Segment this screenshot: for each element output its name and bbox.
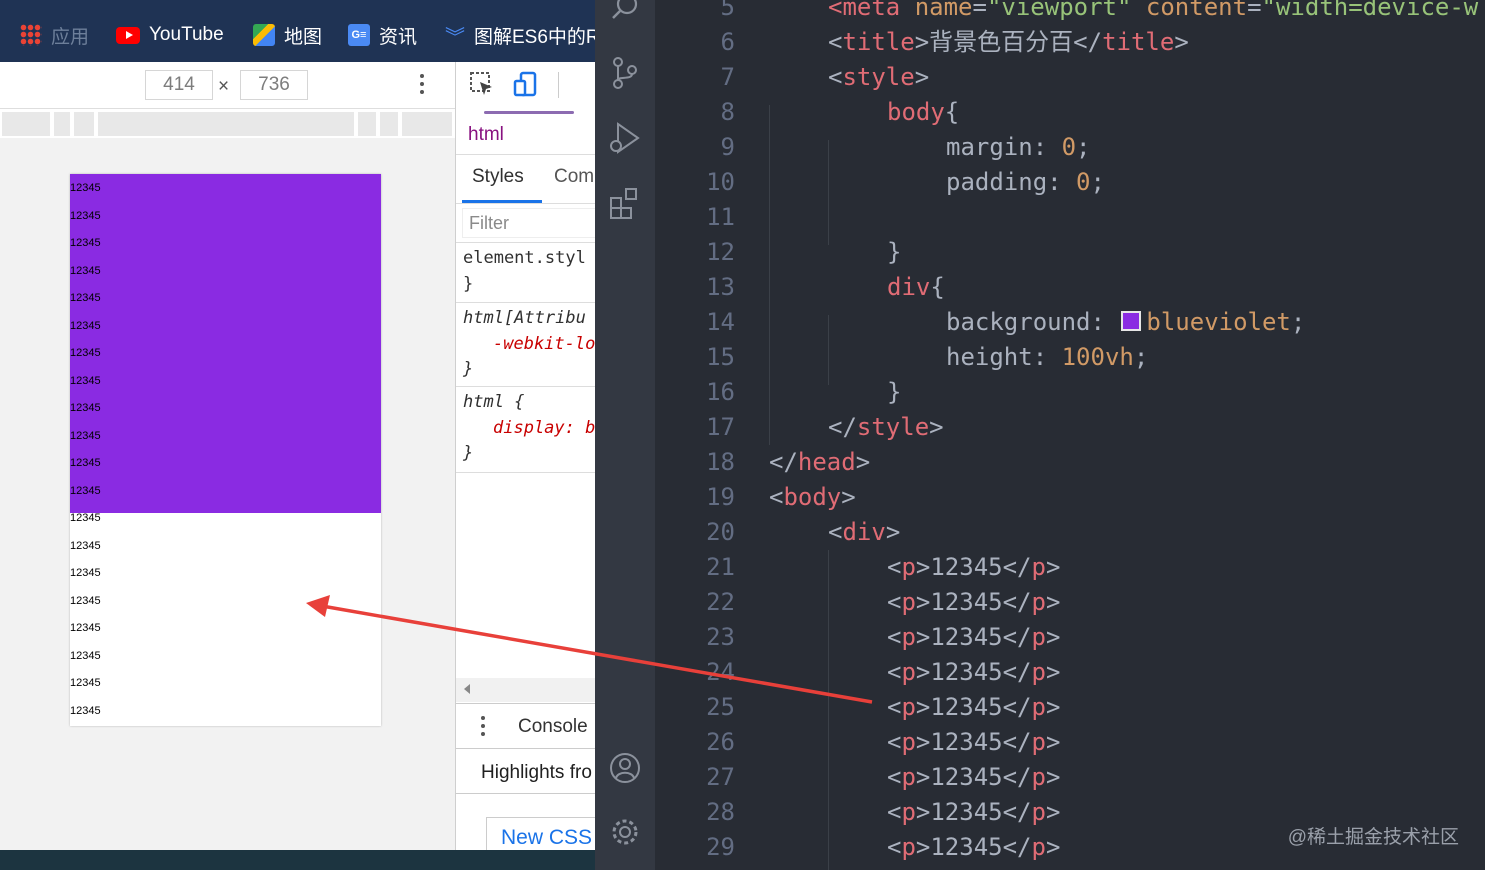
annotation-arrow [306, 595, 873, 704]
